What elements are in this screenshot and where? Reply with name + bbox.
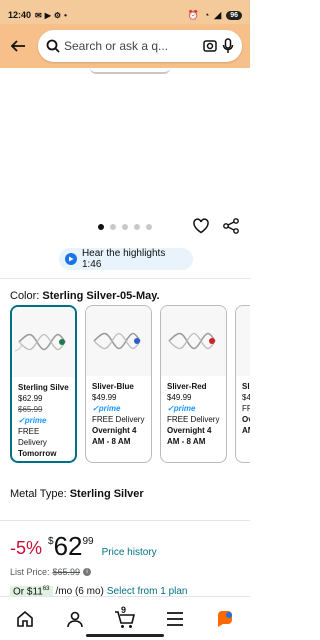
share-icon[interactable] <box>222 217 240 235</box>
variant-price: $49.99 <box>92 393 117 402</box>
variant-delivery: FR <box>242 404 250 413</box>
nav-rufus[interactable] <box>210 604 240 634</box>
search-header: Search or ask a q... <box>0 24 250 68</box>
variant-thumbnail <box>161 306 226 376</box>
discount-percent: -5% <box>10 538 43 558</box>
nav-account[interactable] <box>60 604 90 634</box>
carousel-dot[interactable] <box>134 224 140 230</box>
color-label: Color: Sterling Silver-05-May. <box>10 290 160 302</box>
settings-icon: ⚙ <box>53 10 62 20</box>
variant-delivery-window: AM <box>242 426 250 435</box>
search-icon <box>46 39 60 53</box>
product-image[interactable] <box>0 68 250 213</box>
menu-icon <box>167 611 183 626</box>
metal-type-label: Metal Type: Sterling Silver <box>10 488 144 500</box>
prime-badge: ✓prime <box>18 416 47 425</box>
variant-thumbnail <box>12 307 75 377</box>
variant-card-silver-blue[interactable]: Sliver-Blue $49.99 ✓prime FREE Delivery … <box>85 305 152 463</box>
dot-icon: • <box>64 10 67 20</box>
list-price: List Price: $65.99 i <box>10 567 92 577</box>
carousel-dots[interactable] <box>98 224 152 230</box>
battery-indicator: 96 <box>226 10 242 20</box>
cart-count: 9 <box>121 604 127 615</box>
account-icon <box>67 611 83 627</box>
prime-badge: ✓prime <box>167 404 196 413</box>
metal-type-value: Sterling Silver <box>69 488 144 500</box>
back-arrow-icon <box>10 40 25 52</box>
nav-cart[interactable]: 9 <box>110 604 140 634</box>
variant-delivery: FREE Delivery <box>167 415 220 424</box>
variant-delivery-date: Ov <box>242 415 250 424</box>
status-time: 12:40 <box>8 10 32 20</box>
variant-delivery: FREE Delivery <box>18 427 47 447</box>
nav-home[interactable] <box>10 604 40 634</box>
variant-name: Sliver-Blue <box>92 382 134 391</box>
variant-price: $49.99 <box>167 393 192 402</box>
variant-name: Sli <box>242 382 250 391</box>
variant-price: $4 <box>242 393 250 402</box>
variant-selector: Sterling Silve... $62.99 $65.99 ✓prime F… <box>10 305 250 465</box>
signal-icon: ◢ <box>214 9 222 20</box>
bracelet-image-edge <box>90 68 170 74</box>
variant-price: $62.99 <box>18 394 43 403</box>
rufus-assistant-icon <box>218 610 232 627</box>
price-whole: 62 <box>53 531 83 561</box>
variant-delivery-date: Overnight 4 <box>167 426 212 435</box>
variant-delivery-date: Tomorrow <box>18 449 57 458</box>
gesture-bar <box>86 634 164 637</box>
variant-delivery-window: AM - 8 AM <box>167 437 206 446</box>
search-input[interactable]: Search or ask a q... <box>64 39 198 53</box>
camera-icon[interactable] <box>202 38 218 54</box>
variant-thumbnail <box>236 306 250 376</box>
price-block: -5% $ 62 99 Price history <box>10 532 157 560</box>
back-button[interactable] <box>8 36 28 56</box>
color-value: Sterling Silver-05-May. <box>42 290 160 302</box>
wifi-icon: ◔ <box>203 10 210 20</box>
hear-highlights-button[interactable]: Hear the highlights 1:46 <box>59 248 193 270</box>
carousel-dot[interactable] <box>146 224 152 230</box>
carousel-dot[interactable] <box>98 224 104 230</box>
price-history-link[interactable]: Price history <box>102 547 157 558</box>
home-icon <box>17 610 33 627</box>
notification-icon: ✉ <box>35 10 42 20</box>
highlights-label: Hear the highlights 1:46 <box>81 248 166 270</box>
section-divider <box>0 520 250 521</box>
variant-delivery-date: Overnight 4 <box>92 426 137 435</box>
alarm-icon: ⏰ <box>187 9 199 20</box>
heart-icon[interactable] <box>192 217 210 235</box>
section-divider <box>0 278 250 279</box>
list-price-label: List Price: <box>10 567 50 577</box>
info-icon[interactable]: i <box>83 568 92 576</box>
variant-delivery: FREE Delivery <box>92 415 145 424</box>
youtube-icon: ▶ <box>44 10 51 20</box>
variant-thumbnail <box>86 306 151 376</box>
microphone-icon[interactable] <box>222 38 234 54</box>
search-bar[interactable]: Search or ask a q... <box>38 30 242 62</box>
price-cents: 99 <box>82 536 94 547</box>
variant-card-partial[interactable]: Sli $4 FR Ov AM <box>235 305 250 463</box>
variant-name: Sliver-Red <box>167 382 207 391</box>
prime-badge: ✓prime <box>92 404 121 413</box>
list-price-value: $65.99 <box>52 567 81 577</box>
variant-list-price: $65.99 <box>18 405 43 414</box>
carousel-dot[interactable] <box>110 224 116 230</box>
notification-icons: ✉ ▶ ⚙ • <box>35 11 67 20</box>
audio-play-icon <box>65 253 77 265</box>
nav-menu[interactable] <box>160 604 190 634</box>
variant-card-sterling-silver[interactable]: Sterling Silve... $62.99 $65.99 ✓prime F… <box>10 305 77 463</box>
carousel-dot[interactable] <box>122 224 128 230</box>
variant-name: Sterling Silve... <box>18 383 69 392</box>
variant-card-silver-red[interactable]: Sliver-Red $49.99 ✓prime FREE Delivery O… <box>160 305 227 463</box>
variant-delivery-window: AM - 8 AM <box>92 437 131 446</box>
product-page: 12:40 ✉ ▶ ⚙ • ⏰ ◔ ◢ 96 Search or ask a q… <box>0 0 250 640</box>
